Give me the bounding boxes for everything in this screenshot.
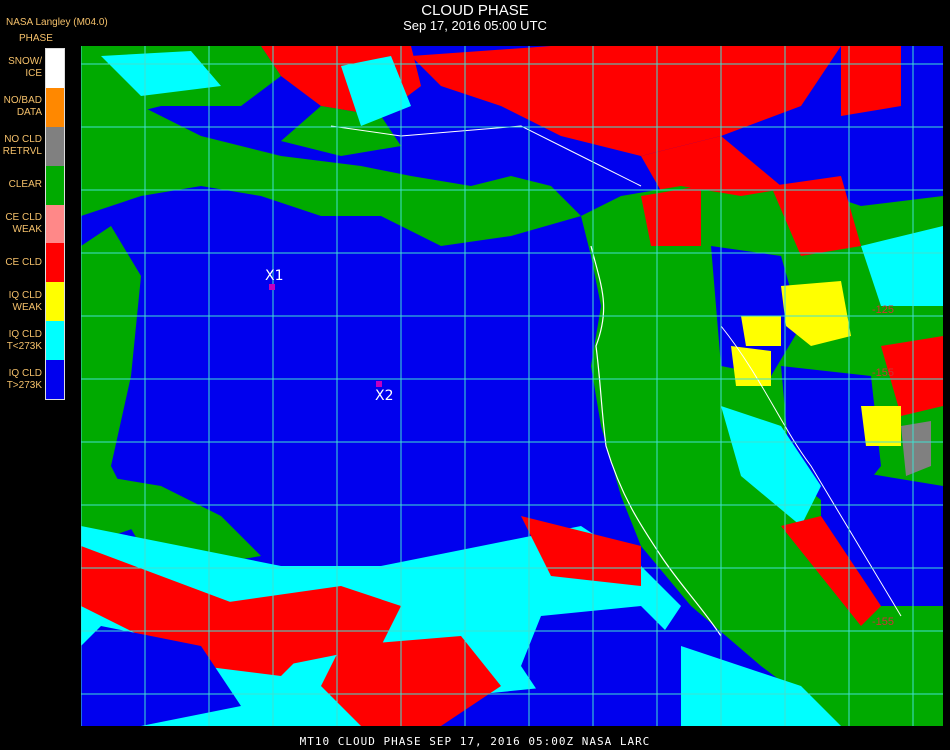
legend-label: IQ CLD WEAK [8,289,42,313]
legend-title: PHASE [19,33,53,44]
legend-label: NO/BAD DATA [3,95,42,119]
legend-swatch [46,360,64,399]
legend-label: CLEAR [8,179,42,191]
legend-label: IQ CLD T<273K [6,328,42,352]
satellite-image-viewer: CLOUD PHASE Sep 17, 2016 05:00 UTC NASA … [0,0,950,750]
map-grid-label: -155 [872,367,895,379]
map-canvas [81,46,943,726]
cloud-phase-map[interactable] [81,46,943,726]
legend-swatch [46,243,64,283]
marker-x1-label: X1 [265,268,284,284]
map-grid-label: -155 [872,616,895,628]
provider-label: NASA Langley (M04.0) [6,17,108,28]
footer-caption: MT10 CLOUD PHASE SEP 17, 2016 05:00Z NAS… [299,735,651,748]
map-grid-label: -125 [872,304,895,316]
legend-swatch [46,204,64,244]
legend-swatch [46,321,64,361]
legend-swatch [46,87,64,127]
legend-label: IQ CLD T>273K [6,367,42,391]
legend-swatch [46,165,64,205]
legend-swatch [46,126,64,166]
legend-swatch [46,49,64,88]
legend-label: NO CLD RETRVL [2,134,42,158]
timestamp: Sep 17, 2016 05:00 UTC [403,18,547,33]
marker-x2-point [376,381,382,387]
legend-label: SNOW/ ICE [8,56,42,80]
color-legend [45,48,65,400]
product-title: CLOUD PHASE [421,2,529,19]
marker-x1-point [269,284,275,290]
legend-swatch [46,282,64,322]
legend-label: CE CLD [5,256,42,268]
legend-label: CE CLD WEAK [5,212,42,235]
marker-x2-label: X2 [375,388,394,404]
